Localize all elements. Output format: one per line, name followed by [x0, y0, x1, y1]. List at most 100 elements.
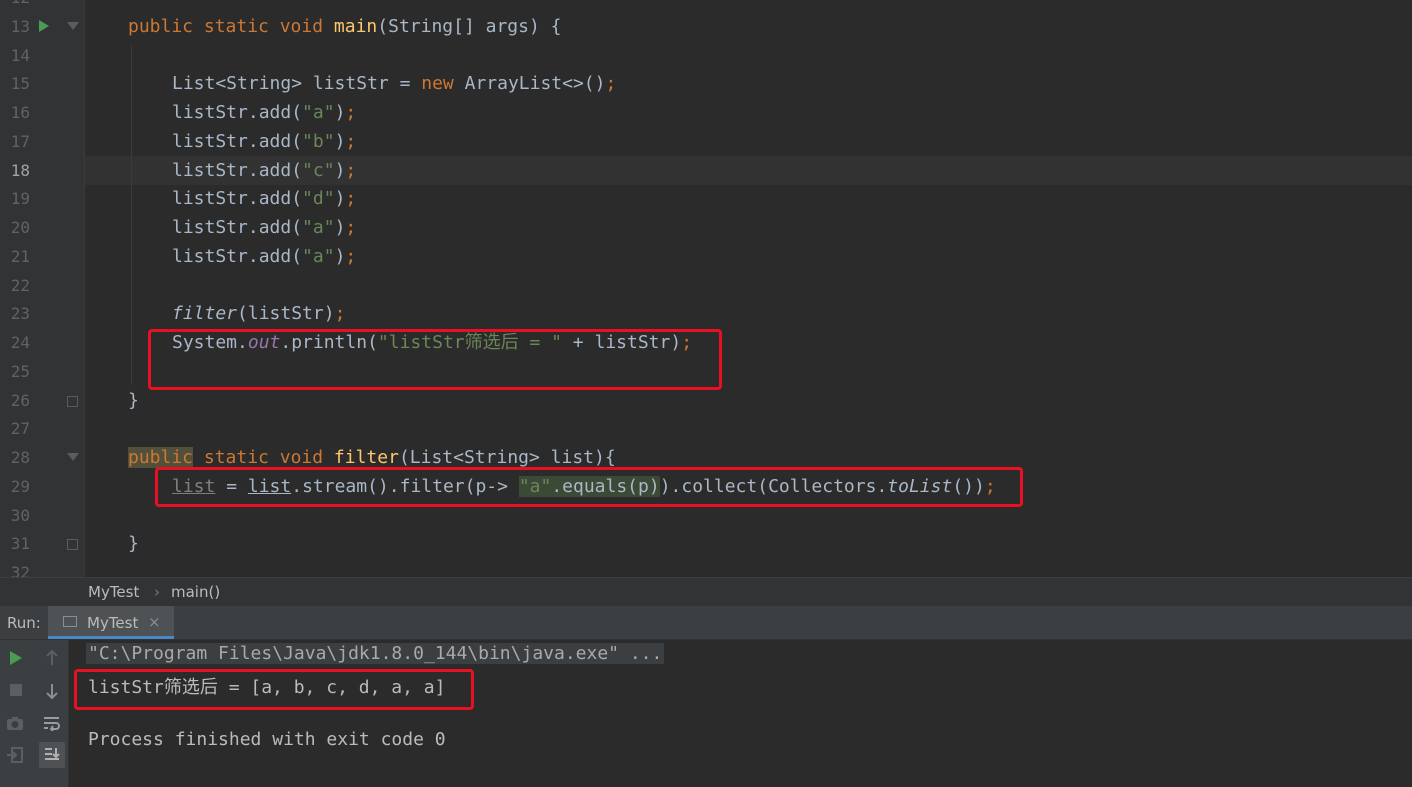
console-exit-message: Process finished with exit code 0 — [88, 729, 446, 750]
code-keyword-highlighted: public — [128, 447, 194, 468]
code-text: ){ — [594, 447, 616, 468]
line-number: 14 — [10, 46, 30, 65]
code-method-call: filter — [172, 303, 238, 324]
code-keyword: new — [421, 73, 454, 94]
console-command-line: "C:\Program Files\Java\jdk1.8.0_144\bin\… — [86, 643, 665, 664]
code-text: ArrayList<>() — [453, 73, 606, 94]
code-line-19: listStr.add("d"); — [172, 184, 356, 213]
line-number: 26 — [10, 391, 30, 410]
line-number: 32 — [10, 563, 30, 577]
code-text: List<String> listStr = — [172, 73, 422, 94]
console-toolbar — [0, 640, 69, 787]
breadcrumb-method[interactable]: main() — [171, 583, 220, 601]
annotation-box-println — [148, 329, 722, 390]
code-string: "b" — [302, 131, 335, 152]
code-string: "c" — [302, 160, 335, 181]
down-arrow-icon[interactable] — [41, 680, 63, 702]
code-method-name: filter — [333, 447, 399, 468]
code-semicolon: ; — [345, 160, 357, 181]
soft-wrap-icon[interactable] — [41, 712, 63, 734]
code-line-31: } — [128, 529, 139, 558]
fold-end-icon[interactable] — [67, 396, 78, 407]
annotation-box-filter — [155, 467, 1023, 507]
code-method-name: main — [333, 16, 378, 37]
code-line-21: listStr.add("a"); — [172, 242, 356, 271]
line-number: 25 — [10, 362, 30, 381]
stop-icon[interactable] — [5, 679, 27, 701]
line-number: 19 — [10, 189, 30, 208]
code-line-16: listStr.add("a"); — [172, 98, 356, 127]
code-text: (listStr) — [237, 303, 335, 324]
code-semicolon: ; — [605, 73, 617, 94]
code-line-17: listStr.add("b"); — [172, 127, 356, 156]
rerun-icon[interactable] — [5, 647, 27, 669]
run-label: Run: — [7, 614, 41, 632]
code-string: "d" — [302, 188, 335, 209]
annotation-box-output — [74, 669, 474, 710]
breadcrumb: MyTest › main() — [0, 577, 1412, 606]
close-icon[interactable]: × — [148, 613, 161, 631]
code-string: "a" — [302, 246, 335, 267]
code-keyword: public static void — [128, 16, 334, 37]
import-icon[interactable] — [4, 744, 26, 766]
line-number: 17 — [10, 132, 30, 151]
line-number: 13 — [10, 17, 30, 36]
code-text: ) — [334, 160, 346, 181]
code-text: } — [128, 533, 139, 554]
code-text: ) — [334, 102, 346, 123]
line-number: 15 — [10, 74, 30, 93]
line-number: 29 — [10, 477, 30, 496]
gutter-separator — [84, 0, 85, 577]
fold-collapse-icon[interactable] — [67, 22, 79, 30]
code-text: ) — [334, 188, 346, 209]
run-tab-mytest[interactable]: MyTest × — [48, 606, 174, 639]
scroll-to-end-icon[interactable] — [39, 742, 65, 768]
code-text: ) — [334, 217, 346, 238]
breadcrumb-class[interactable]: MyTest — [88, 583, 139, 601]
code-text: ) — [334, 131, 346, 152]
code-line-23: filter(listStr); — [172, 299, 345, 328]
line-number: 16 — [10, 103, 30, 122]
line-number-current: 18 — [10, 161, 30, 180]
breadcrumb-separator-icon: › — [154, 583, 160, 601]
line-number: 12 — [0, 0, 30, 12]
run-tab-label: MyTest — [87, 614, 139, 632]
code-semicolon: ; — [345, 102, 357, 123]
code-text: (String[] args) { — [377, 16, 562, 37]
run-tool-window-header: Run: MyTest × — [0, 606, 1412, 640]
fold-end-icon[interactable] — [67, 539, 78, 550]
code-text: listStr.add( — [172, 246, 303, 267]
code-text: (List<String> — [398, 447, 551, 468]
run-console[interactable]: "C:\Program Files\Java\jdk1.8.0_144\bin\… — [0, 640, 1412, 787]
code-text: listStr.add( — [172, 188, 303, 209]
code-semicolon: ; — [345, 188, 357, 209]
line-number: 22 — [10, 276, 30, 295]
code-semicolon: ; — [345, 246, 357, 267]
code-line-13: public static void main(String[] args) { — [128, 12, 562, 41]
line-number: 23 — [10, 304, 30, 323]
camera-icon[interactable] — [4, 712, 26, 734]
code-text: listStr.add( — [172, 102, 303, 123]
line-number: 28 — [10, 448, 30, 467]
code-text: listStr.add( — [172, 131, 303, 152]
run-main-icon[interactable] — [39, 20, 49, 32]
fold-collapse-icon[interactable] — [67, 453, 79, 461]
line-number: 31 — [10, 534, 30, 553]
code-line-26: } — [128, 386, 139, 415]
code-line-20: listStr.add("a"); — [172, 213, 356, 242]
code-semicolon: ; — [345, 131, 357, 152]
code-string: "a" — [302, 102, 335, 123]
indent-guide — [131, 45, 132, 385]
code-semicolon: ; — [345, 217, 357, 238]
code-text: ) — [334, 246, 346, 267]
code-text: } — [128, 390, 139, 411]
code-semicolon: ; — [334, 303, 346, 324]
code-keyword: static void — [193, 447, 334, 468]
run-config-icon — [63, 616, 77, 627]
code-param: list — [550, 447, 595, 468]
code-editor[interactable]: 12 13 14 15 16 17 18 19 20 21 22 23 24 2… — [0, 0, 1412, 577]
line-number: 20 — [10, 218, 30, 237]
code-text: listStr.add( — [172, 217, 303, 238]
code-string: "a" — [302, 217, 335, 238]
up-arrow-icon[interactable] — [41, 647, 63, 669]
